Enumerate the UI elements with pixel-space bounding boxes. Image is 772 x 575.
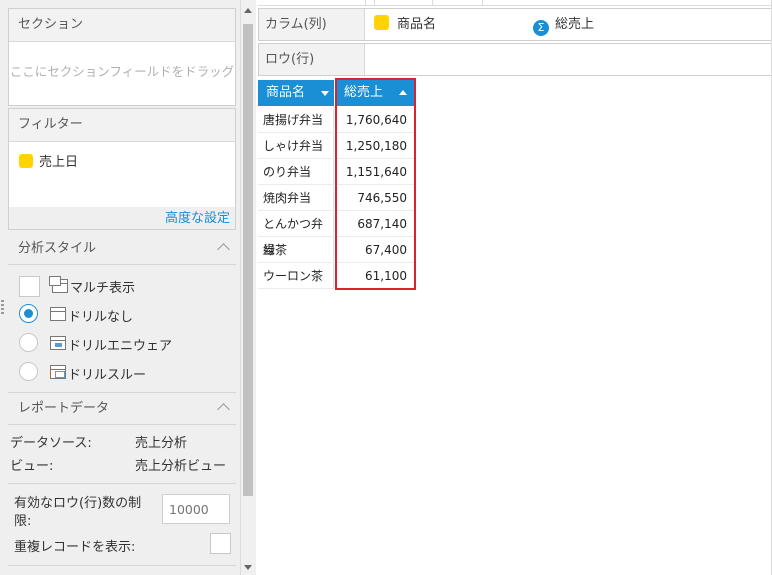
multi-view-icon — [49, 276, 68, 293]
section-title: セクション — [9, 9, 235, 42]
row-limit-label-line2: 限: — [14, 514, 32, 529]
drill-anywhere-radio[interactable] — [19, 333, 38, 352]
no-drill-radio[interactable] — [19, 304, 38, 323]
column-field-total-sales[interactable]: Σ 総売上 — [533, 9, 594, 40]
show-duplicates-checkbox[interactable] — [210, 533, 231, 554]
column-zone-label: カラム(列) — [259, 9, 365, 40]
filter-title: フィルター — [9, 109, 235, 142]
chevron-up-icon[interactable] — [217, 243, 230, 256]
column-field-total-sales-label: 総売上 — [555, 17, 595, 32]
report-data-title: レポートデータ — [18, 401, 110, 416]
column-field-product-label: 商品名 — [397, 17, 437, 32]
drill-through-radio[interactable] — [19, 362, 38, 381]
filter-panel: フィルター 売上日 高度な設定 — [8, 108, 236, 230]
drill-anywhere-icon — [50, 336, 66, 350]
row-zone-label: ロウ(行) — [259, 44, 365, 75]
datasource-value: 売上分析 — [135, 436, 188, 451]
section-drop-area[interactable]: セクション ここにセクションフィールドをドラッグ — [8, 8, 236, 106]
section-placeholder: ここにセクションフィールドをドラッグ — [9, 64, 235, 79]
table-row-name[interactable]: のり弁当 — [258, 159, 334, 185]
multi-view-checkbox[interactable] — [19, 276, 40, 297]
column-header-product[interactable]: 商品名 — [258, 80, 334, 106]
view-value: 売上分析ビュー — [135, 459, 227, 474]
column-header-product-label: 商品名 — [266, 85, 306, 100]
filter-field[interactable]: 売上日 — [19, 151, 78, 170]
highlight-box — [335, 78, 416, 290]
table-row-name[interactable]: 焼肉弁当 — [258, 185, 334, 211]
top-strip — [258, 0, 772, 6]
table-row-name[interactable]: 唐揚げ弁当 — [258, 107, 334, 133]
dimension-yellow-icon — [374, 15, 389, 30]
column-field-product[interactable]: 商品名 — [374, 9, 436, 40]
advanced-settings-link[interactable]: 高度な設定 — [165, 207, 230, 226]
drill-through-label: ドリルスルー — [68, 368, 147, 383]
scrollbar-thumb[interactable] — [243, 24, 253, 496]
sigma-icon: Σ — [533, 20, 549, 36]
no-drill-label: ドリルなし — [68, 310, 134, 325]
column-drop-zone[interactable]: カラム(列) 商品名 Σ 総売上 — [258, 8, 772, 41]
analysis-style-header[interactable]: 分析スタイル — [8, 234, 236, 264]
table-row-name[interactable]: とんかつ弁当 — [258, 211, 334, 257]
view-label: ビュー: — [10, 459, 54, 474]
row-drop-zone[interactable]: ロウ(行) — [258, 43, 772, 76]
analysis-style-title: 分析スタイル — [18, 241, 97, 256]
panel-resize-handle[interactable] — [1, 300, 4, 314]
no-drill-icon — [50, 307, 66, 321]
table-row-name[interactable]: 緑茶 — [258, 237, 334, 263]
datasource-label: データソース: — [10, 436, 92, 451]
scroll-down-icon[interactable] — [244, 565, 252, 570]
scroll-up-icon[interactable] — [244, 8, 252, 13]
dimension-yellow-icon — [19, 154, 33, 168]
chevron-up-icon[interactable] — [217, 403, 230, 416]
row-limit-input[interactable] — [162, 494, 230, 524]
sort-dropdown-icon[interactable] — [321, 91, 329, 96]
report-data-header[interactable]: レポートデータ — [8, 394, 236, 424]
drill-through-icon — [50, 365, 66, 379]
show-duplicates-label: 重複レコードを表示: — [14, 540, 136, 555]
table-row-name[interactable]: ウーロン茶 — [258, 263, 334, 289]
table-row-name[interactable]: しゃけ弁当 — [258, 133, 334, 159]
filter-field-label: 売上日 — [39, 155, 79, 170]
multi-view-label: マルチ表示 — [70, 281, 136, 296]
row-limit-label-line1: 有効なロウ(行)数の制 — [14, 496, 142, 511]
drill-anywhere-label: ドリルエニウェア — [68, 339, 173, 354]
